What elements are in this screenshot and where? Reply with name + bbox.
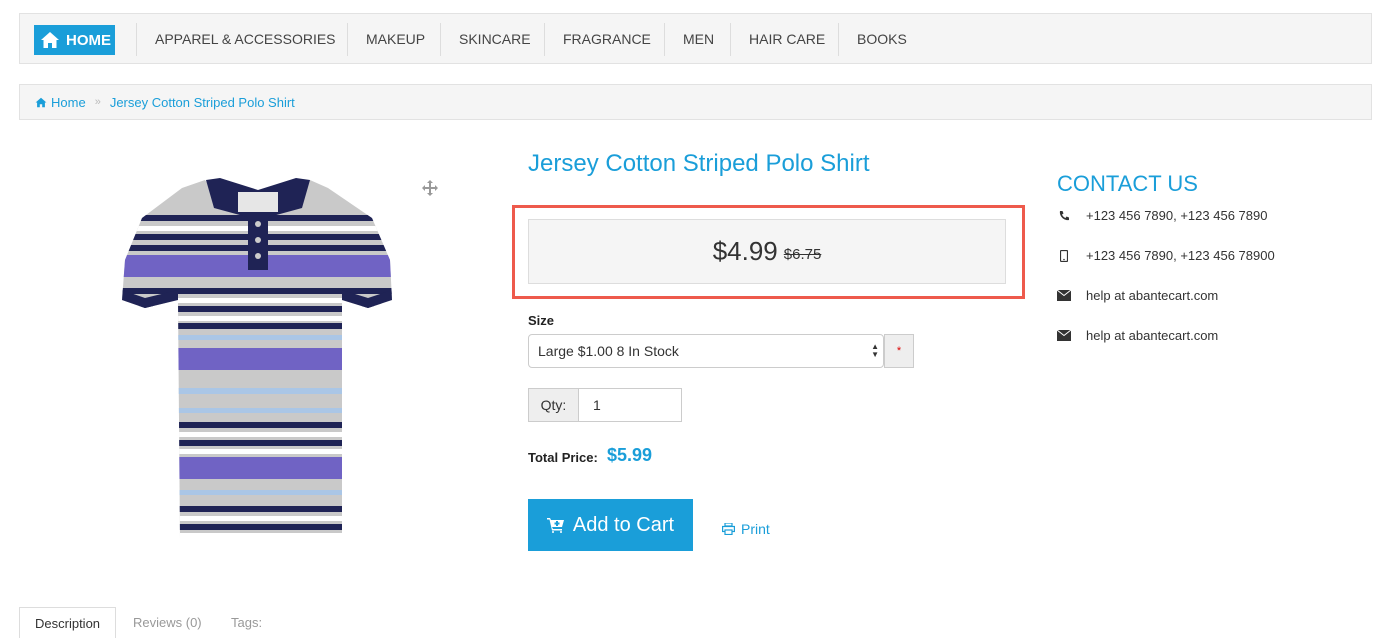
add-to-cart-button[interactable]: Add to Cart — [528, 499, 693, 551]
contact-email-2[interactable]: help at abantecart.com — [1086, 328, 1218, 343]
envelope-icon — [1057, 289, 1071, 303]
tab-description[interactable]: Description — [19, 607, 117, 638]
contact-phone-row: +123 456 7890, +123 456 7890 — [1057, 208, 1267, 223]
home-nav-button[interactable]: HOME — [34, 25, 115, 55]
size-select-value: Large $1.00 8 In Stock — [538, 343, 679, 359]
price-box: $4.99 $6.75 — [528, 219, 1006, 284]
mobile-icon — [1057, 249, 1071, 263]
contact-mobile: +123 456 7890, +123 456 78900 — [1086, 248, 1275, 263]
product-old-price: $6.75 — [783, 246, 822, 263]
print-label: Print — [741, 521, 770, 537]
breadcrumb: Home » Jersey Cotton Striped Polo Shirt — [19, 84, 1372, 120]
phone-icon — [1057, 209, 1071, 223]
size-label: Size — [528, 313, 555, 328]
top-navigation: HOME APPAREL & ACCESSORIES MAKEUP SKINCA… — [19, 13, 1372, 64]
envelope-icon — [1057, 329, 1071, 343]
tab-tags[interactable]: Tags: — [216, 607, 277, 638]
nav-makeup[interactable]: MAKEUP — [347, 23, 425, 56]
product-title: Jersey Cotton Striped Polo Shirt — [528, 150, 870, 177]
contact-email-row-2: help at abantecart.com — [1057, 328, 1218, 343]
contact-title: CONTACT US — [1057, 171, 1198, 196]
cart-icon — [546, 518, 564, 533]
home-nav-label: HOME — [66, 31, 111, 49]
breadcrumb-current[interactable]: Jersey Cotton Striped Polo Shirt — [110, 95, 295, 110]
total-price-label: Total Price: — [528, 450, 598, 465]
move-icon[interactable] — [421, 179, 439, 197]
contact-mobile-row: +123 456 7890, +123 456 78900 — [1057, 248, 1275, 263]
print-link[interactable]: Print — [722, 521, 770, 537]
add-to-cart-label: Add to Cart — [572, 513, 675, 536]
chevron-right-icon: » — [94, 96, 101, 108]
product-tabs: Description Reviews (0) Tags: — [19, 607, 1372, 638]
product-price: $4.99 — [712, 236, 778, 266]
nav-fragrance[interactable]: FRAGRANCE — [544, 23, 651, 56]
home-icon — [41, 32, 59, 48]
product-image[interactable] — [70, 160, 450, 545]
nav-books[interactable]: BOOKS — [838, 23, 907, 56]
required-indicator: * — [884, 334, 914, 368]
contact-phone: +123 456 7890, +123 456 7890 — [1086, 208, 1268, 223]
qty-input[interactable]: 1 — [578, 388, 682, 422]
select-arrows-icon: ▲ ▼ — [871, 342, 879, 359]
total-price-value: $5.99 — [607, 445, 653, 465]
nav-apparel-accessories[interactable]: APPAREL & ACCESSORIES — [136, 23, 336, 56]
home-icon — [35, 97, 47, 107]
tab-reviews[interactable]: Reviews (0) — [118, 607, 217, 638]
nav-skincare[interactable]: SKINCARE — [440, 23, 531, 56]
size-select[interactable]: Large $1.00 8 In Stock ▲ ▼ — [528, 334, 884, 368]
nav-hair-care[interactable]: HAIR CARE — [730, 23, 825, 56]
contact-email-row: help at abantecart.com — [1057, 288, 1218, 303]
print-icon — [722, 523, 735, 535]
nav-men[interactable]: MEN — [664, 23, 714, 56]
qty-label: Qty: — [528, 388, 579, 422]
contact-email[interactable]: help at abantecart.com — [1086, 288, 1218, 303]
breadcrumb-home-link[interactable]: Home — [51, 95, 86, 110]
